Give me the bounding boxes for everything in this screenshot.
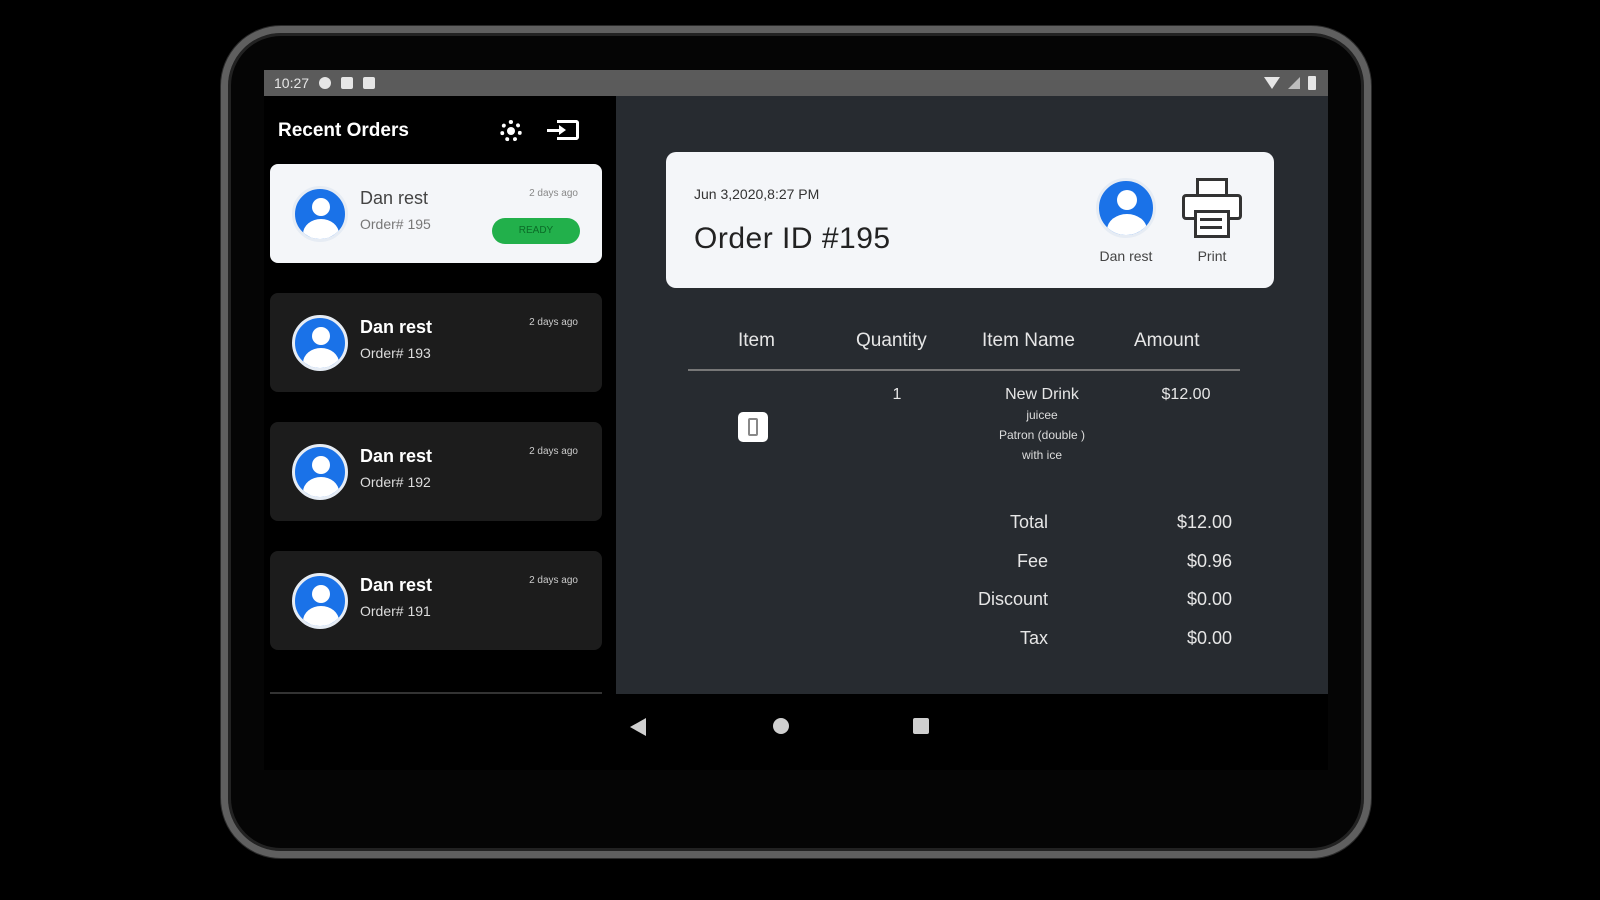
- total-value: $12.00: [1176, 512, 1232, 532]
- notification-status-icon: [341, 77, 354, 89]
- order-card-193[interactable]: Dan rest Order# 193 2 days ago: [270, 293, 602, 392]
- avatar: [292, 186, 348, 242]
- row-modifier: juicee: [1026, 408, 1058, 422]
- order-time-ago: 2 days ago: [529, 317, 578, 328]
- device-screen: 10:27 Recent Orders Dan rest Order# 195 …: [264, 70, 1328, 770]
- customer-name-label: Dan rest: [1099, 248, 1153, 264]
- order-customer-name: Dan rest: [360, 188, 429, 208]
- status-bar: 10:27: [264, 70, 1328, 96]
- order-detail-panel: Jun 3,2020,8:27 PM Order ID #195 Dan res…: [616, 96, 1328, 694]
- drink-icon: [738, 412, 768, 442]
- navigation-bar: [264, 694, 1328, 770]
- back-icon[interactable]: [630, 718, 646, 736]
- order-number: Order# 192: [360, 474, 431, 490]
- row-item-name: New Drink: [1005, 386, 1079, 403]
- recent-orders-panel: Recent Orders Dan rest Order# 195 2 days…: [264, 96, 616, 694]
- settings-status-icon: [319, 77, 332, 89]
- tax-label: Tax: [1019, 628, 1048, 648]
- order-number: Order# 195: [360, 216, 431, 232]
- avatar: [292, 315, 348, 371]
- row-modifier: Patron (double ): [998, 428, 1086, 442]
- status-time: 10:27: [274, 75, 310, 91]
- recent-orders-title: Recent Orders: [278, 120, 409, 141]
- recent-apps-icon[interactable]: [913, 718, 929, 734]
- avatar: [292, 573, 348, 629]
- order-date: Jun 3,2020,8:27 PM: [694, 186, 820, 202]
- row-amount: $12.00: [1161, 386, 1211, 403]
- storage-status-icon: [363, 77, 376, 89]
- status-right-icons: [1264, 76, 1316, 90]
- tax-value: $0.00: [1186, 628, 1232, 648]
- order-customer-name: Dan rest: [360, 446, 433, 466]
- order-time-ago: 2 days ago: [529, 188, 578, 199]
- order-card-195[interactable]: Dan rest Order# 195 2 days ago READY: [270, 164, 602, 263]
- customer-avatar[interactable]: [1096, 178, 1156, 238]
- row-quantity: 1: [892, 386, 902, 403]
- order-header-card: Jun 3,2020,8:27 PM Order ID #195 Dan res…: [666, 152, 1274, 288]
- order-time-ago: 2 days ago: [529, 446, 578, 457]
- status-badge: READY: [492, 218, 580, 244]
- signal-icon: [1288, 77, 1300, 89]
- discount-value: $0.00: [1186, 589, 1232, 609]
- order-number: Order# 191: [360, 603, 431, 619]
- avatar: [292, 444, 348, 500]
- order-time-ago: 2 days ago: [529, 575, 578, 586]
- order-card-192[interactable]: Dan rest Order# 192 2 days ago: [270, 422, 602, 521]
- column-header-amount: Amount: [1134, 330, 1200, 351]
- battery-icon: [1308, 76, 1316, 90]
- wifi-icon: [1264, 77, 1280, 89]
- row-modifier: with ice: [1021, 448, 1062, 462]
- column-header-item-name: Item Name: [982, 330, 1075, 351]
- order-number: Order# 193: [360, 345, 431, 361]
- discount-label: Discount: [977, 589, 1048, 609]
- order-title: Order ID #195: [694, 222, 891, 255]
- column-header-item: Item: [738, 330, 775, 351]
- table-divider: [688, 369, 1240, 371]
- order-customer-name: Dan rest: [360, 317, 433, 337]
- gear-icon[interactable]: [500, 120, 522, 142]
- print-button-label[interactable]: Print: [1190, 248, 1234, 264]
- fee-value: $0.96: [1186, 551, 1232, 571]
- fee-label: Fee: [1016, 551, 1048, 571]
- order-customer-name: Dan rest: [360, 575, 433, 595]
- order-card-191[interactable]: Dan rest Order# 191 2 days ago: [270, 551, 602, 650]
- printer-icon[interactable]: [1182, 178, 1242, 240]
- home-icon[interactable]: [773, 718, 789, 734]
- column-header-quantity: Quantity: [856, 330, 927, 351]
- total-label: Total: [1009, 512, 1048, 532]
- logout-icon[interactable]: [547, 120, 579, 140]
